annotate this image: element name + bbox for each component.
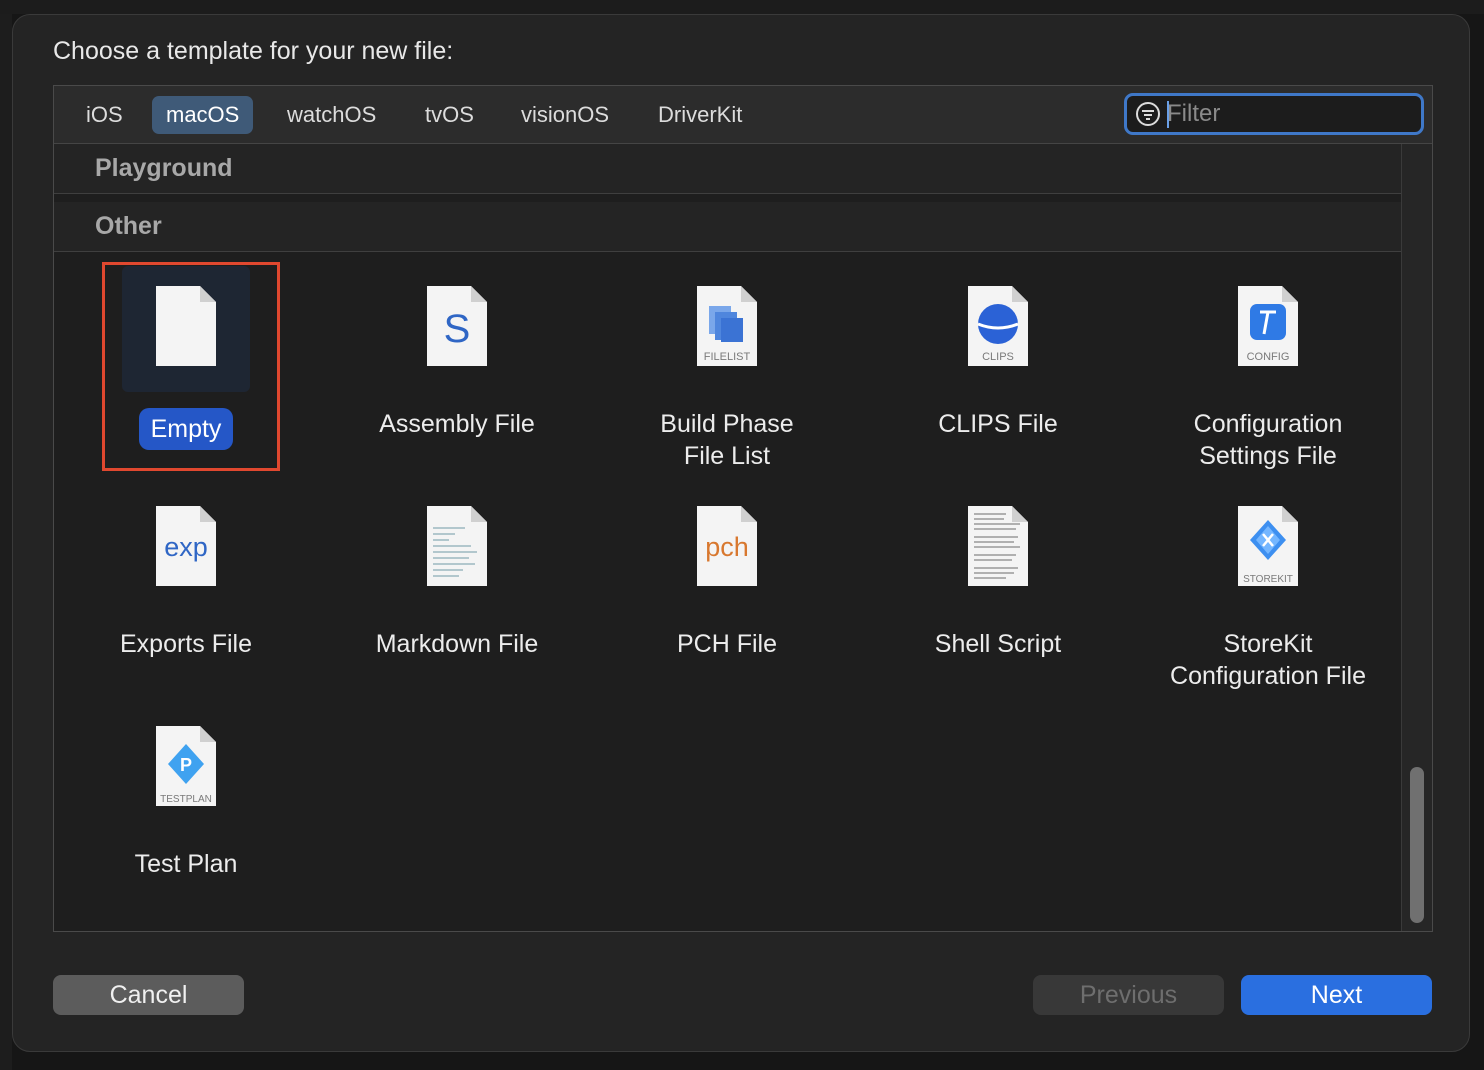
- clips-file-icon: CLIPS: [934, 266, 1062, 392]
- template-label: Configuration Settings File: [1138, 408, 1398, 472]
- template-label: CLIPS File: [938, 410, 1058, 438]
- template-label-line1: StoreKit: [1223, 630, 1313, 658]
- section-header-playground[interactable]: Playground: [54, 144, 1401, 194]
- tab-watchos[interactable]: watchOS: [273, 96, 390, 134]
- filter-field[interactable]: [1124, 93, 1424, 135]
- badge-text: FILELIST: [704, 351, 751, 363]
- badge-text: STOREKIT: [1243, 574, 1293, 585]
- badge-text: S: [444, 307, 471, 351]
- testplan-icon: P TESTPLAN: [122, 706, 250, 832]
- background-window-edge: [0, 14, 12, 1070]
- previous-button[interactable]: Previous: [1033, 975, 1224, 1015]
- filter-input[interactable]: [1167, 98, 1407, 130]
- template-label-line2: Settings File: [1199, 442, 1337, 470]
- template-label-line2: File List: [683, 442, 771, 470]
- tab-tvos[interactable]: tvOS: [411, 96, 488, 134]
- assembly-file-icon: S: [393, 266, 521, 392]
- badge-text: TESTPLAN: [160, 794, 212, 805]
- template-label: Build Phase File List: [597, 408, 857, 472]
- badge-text: CONFIG: [1247, 351, 1290, 363]
- tab-visionos[interactable]: visionOS: [507, 96, 623, 134]
- svg-text:P: P: [180, 755, 192, 775]
- text-caret: [1167, 101, 1169, 128]
- badge-text: exp: [164, 532, 208, 562]
- filter-icon: [1136, 102, 1160, 126]
- template-label: Test Plan: [134, 850, 238, 878]
- template-label-line1: Configuration: [1193, 410, 1343, 438]
- new-file-template-sheet: Choose a template for your new file: iOS…: [12, 14, 1470, 1052]
- dialog-title: Choose a template for your new file:: [53, 37, 454, 65]
- template-label: Markdown File: [375, 630, 539, 658]
- template-label-line1: Build Phase: [660, 410, 794, 438]
- markdown-file-icon: [393, 486, 521, 612]
- config-file-icon: CONFIG: [1204, 266, 1332, 392]
- section-header-other[interactable]: Other: [54, 202, 1401, 252]
- badge-text: pch: [705, 532, 749, 562]
- scrollbar-thumb[interactable]: [1410, 767, 1424, 923]
- tab-macos[interactable]: macOS: [152, 96, 254, 134]
- template-label: PCH File: [676, 630, 777, 658]
- shell-script-icon: [934, 486, 1062, 612]
- selection-highlight-box: [102, 262, 280, 471]
- next-button[interactable]: Next: [1241, 975, 1432, 1015]
- template-label: Exports File: [120, 630, 252, 658]
- tab-driverkit[interactable]: DriverKit: [644, 96, 756, 134]
- background-window-strip: [0, 0, 1484, 14]
- badge-text: CLIPS: [982, 351, 1014, 363]
- template-label: Assembly File: [379, 410, 535, 438]
- filelist-icon: FILELIST: [663, 266, 791, 392]
- exports-file-icon: exp: [122, 486, 250, 612]
- platform-tab-bar: iOS macOS watchOS tvOS visionOS DriverKi…: [54, 86, 1432, 144]
- tab-ios[interactable]: iOS: [72, 96, 137, 134]
- pch-file-icon: pch: [663, 486, 791, 612]
- storekit-icon: STOREKIT: [1204, 486, 1332, 612]
- template-browser: iOS macOS watchOS tvOS visionOS DriverKi…: [53, 85, 1433, 932]
- template-label: Shell Script: [934, 630, 1062, 658]
- section-label: Playground: [95, 154, 233, 182]
- template-label: StoreKit Configuration File: [1138, 628, 1398, 692]
- cancel-button[interactable]: Cancel: [53, 975, 244, 1015]
- template-label-line2: Configuration File: [1170, 662, 1366, 690]
- section-label: Other: [95, 212, 162, 240]
- vertical-scrollbar[interactable]: [1401, 144, 1432, 931]
